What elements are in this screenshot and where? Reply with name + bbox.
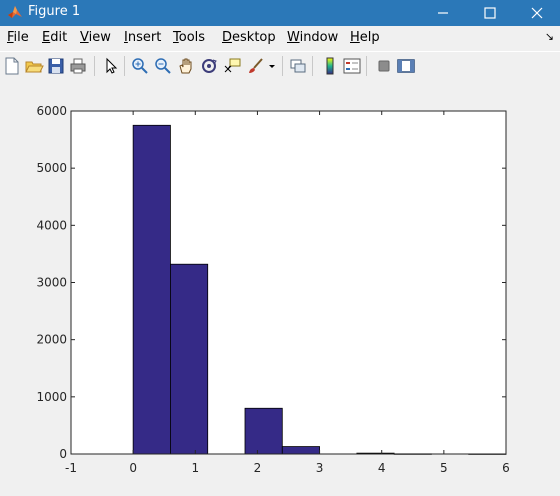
histogram-bar <box>132 124 171 455</box>
menu-file[interactable]: File <box>7 30 29 45</box>
brush-icon <box>249 58 263 73</box>
rotate-3d-icon <box>202 59 217 73</box>
close-icon <box>531 7 543 19</box>
window-title: Figure 1 <box>28 4 81 19</box>
link-plot-icon <box>290 59 306 73</box>
hide-plot-tools-icon <box>378 60 390 72</box>
histogram-bar <box>281 446 320 455</box>
toolbar-separator <box>366 56 367 76</box>
rotate-3d-button[interactable] <box>199 56 219 76</box>
link-plot-button[interactable] <box>288 56 308 76</box>
x-tick-label: -1 <box>65 461 77 475</box>
y-tick-label: 2000 <box>36 333 67 347</box>
open-file-button[interactable] <box>24 56 44 76</box>
pan-button[interactable] <box>176 56 196 76</box>
save-button[interactable] <box>46 56 66 76</box>
menu-edit[interactable]: Edit <box>42 30 67 45</box>
minimize-icon <box>438 12 448 14</box>
dock-arrow-icon[interactable]: ↘ <box>545 30 554 43</box>
insert-legend-icon <box>343 58 361 74</box>
x-tick-label: 1 <box>191 461 199 475</box>
pan-icon <box>179 58 192 74</box>
histogram-bar <box>170 263 209 455</box>
y-tick-label: 4000 <box>36 218 67 232</box>
y-tick-label: 0 <box>59 447 67 461</box>
menu-view[interactable]: View <box>80 30 111 45</box>
edit-plot-button[interactable] <box>100 56 120 76</box>
zoom-in-button[interactable] <box>130 56 150 76</box>
brush-dropdown[interactable] <box>266 56 278 76</box>
figure-canvas[interactable]: -1 0 1 2 3 4 5 6 0 1000 2000 3000 4000 5000 6000 <box>0 80 560 496</box>
zoom-out-button[interactable] <box>153 56 173 76</box>
toolbar-separator <box>94 56 95 76</box>
print-button[interactable] <box>68 56 88 76</box>
x-tick-label: 2 <box>254 461 262 475</box>
menu-bar: File Edit View Insert Tools Desktop Wind… <box>0 26 560 50</box>
new-figure-icon <box>5 57 19 75</box>
x-tick-label: 4 <box>378 461 386 475</box>
insert-legend-button[interactable] <box>342 56 362 76</box>
toolbar-separator <box>312 56 313 76</box>
menu-desktop[interactable]: Desktop <box>222 30 276 45</box>
close-button[interactable] <box>514 0 560 26</box>
insert-colorbar-button[interactable] <box>320 56 340 76</box>
zoom-in-icon <box>132 58 148 74</box>
new-figure-button[interactable] <box>2 56 22 76</box>
minimize-button[interactable] <box>420 0 466 26</box>
x-tick-label: 6 <box>502 461 510 475</box>
menu-tools[interactable]: Tools <box>173 30 205 45</box>
histogram-plot[interactable]: -1 0 1 2 3 4 5 60100020003000400050006000 <box>0 80 560 496</box>
menu-window[interactable]: Window <box>287 30 338 45</box>
show-plot-tools-button[interactable] <box>396 56 416 76</box>
print-icon <box>70 58 86 74</box>
chevron-down-icon <box>269 65 275 68</box>
menu-insert[interactable]: Insert <box>124 30 161 45</box>
y-tick-label: 1000 <box>36 390 67 404</box>
toolbar-separator <box>282 56 283 76</box>
x-tick-label: 0 <box>129 461 137 475</box>
open-file-icon <box>25 61 44 73</box>
y-tick-label: 6000 <box>36 104 67 118</box>
matlab-logo-icon <box>8 6 22 18</box>
data-cursor-icon <box>224 58 241 73</box>
hide-plot-tools-button[interactable] <box>374 56 394 76</box>
title-bar: Figure 1 <box>0 0 560 26</box>
histogram-bar <box>244 407 283 455</box>
maximize-icon <box>484 7 496 19</box>
x-tick-label: 3 <box>316 461 324 475</box>
brush-button[interactable] <box>246 56 266 76</box>
toolbar-separator <box>124 56 125 76</box>
zoom-out-icon <box>155 58 171 74</box>
insert-colorbar-icon <box>326 57 334 75</box>
figure-window: Figure 1 File Edit View Insert Tools Des… <box>0 0 560 496</box>
save-icon <box>48 58 64 74</box>
y-tick-label: 3000 <box>36 276 67 290</box>
menu-help[interactable]: Help <box>350 30 380 45</box>
edit-plot-icon <box>106 57 118 74</box>
x-tick-label: 5 <box>440 461 448 475</box>
y-tick-label: 5000 <box>36 161 67 175</box>
maximize-button[interactable] <box>467 0 513 26</box>
show-plot-tools-icon <box>397 59 415 73</box>
data-cursor-button[interactable] <box>222 56 242 76</box>
figure-toolbar <box>0 51 560 81</box>
